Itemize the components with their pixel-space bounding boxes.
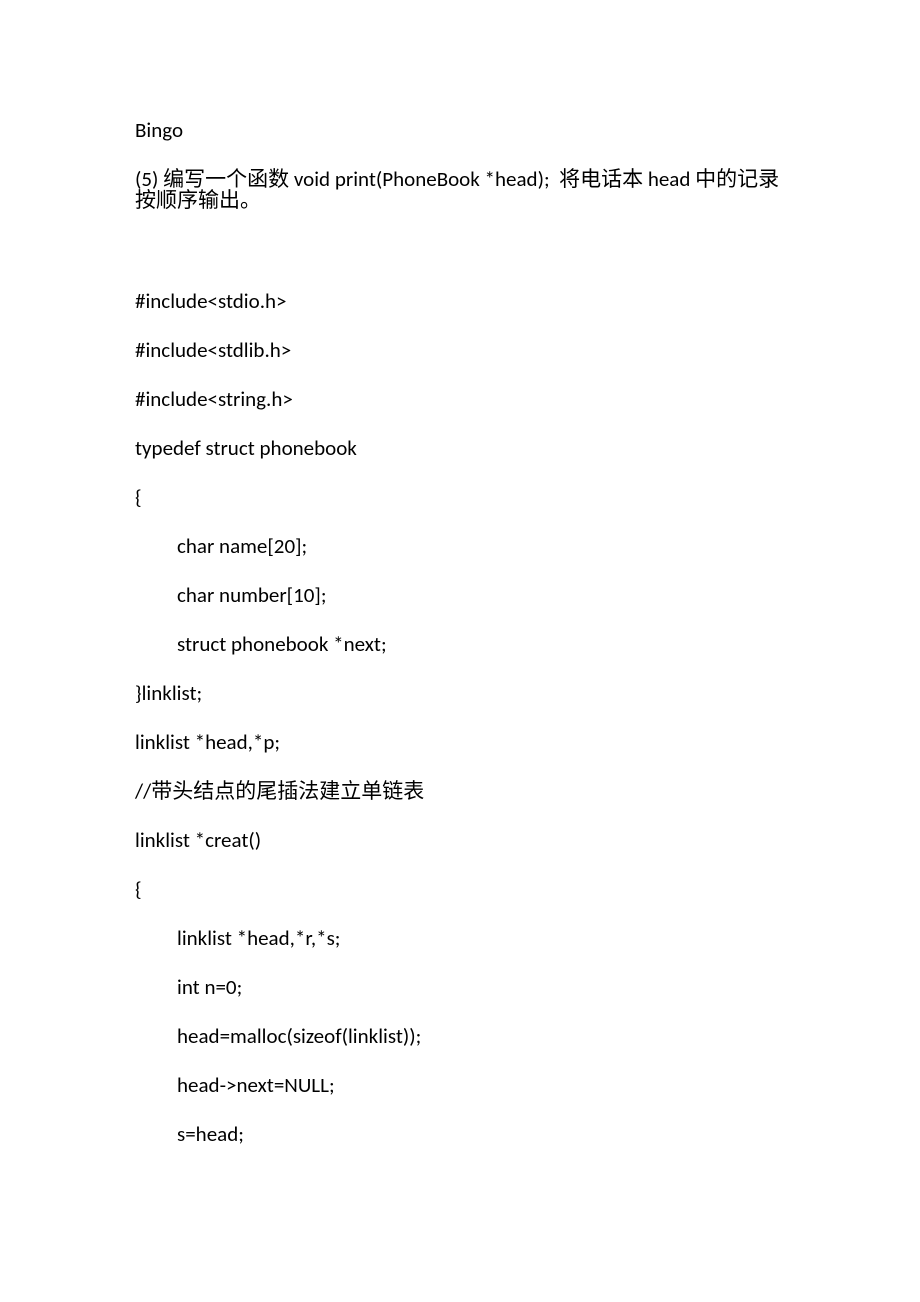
code-line: head->next=NULL; [135, 1075, 790, 1096]
code-line: //带头结点的尾插法建立单链表 [135, 781, 790, 802]
code-line: head=malloc(sizeof(linklist)); [135, 1026, 790, 1047]
code-line: char name[20]; [135, 536, 790, 557]
code-line: s=head; [135, 1124, 790, 1145]
code-line: }linklist; [135, 683, 790, 704]
code-line: linklist *head,*r,*s; [135, 928, 790, 949]
code-line: linklist *creat() [135, 830, 790, 851]
code-line: #include<stdlib.h> [135, 340, 790, 361]
code-line: { [135, 879, 790, 900]
code-line: (5) 编写一个函数 void print(PhoneBook *head); … [135, 169, 790, 211]
blank-line [135, 239, 790, 291]
code-line: #include<string.h> [135, 389, 790, 410]
code-line: Bingo [135, 120, 790, 141]
code-line: linklist *head,*p; [135, 732, 790, 753]
code-line: #include<stdio.h> [135, 291, 790, 312]
code-line: typedef struct phonebook [135, 438, 790, 459]
code-line: char number[10]; [135, 585, 790, 606]
code-line: int n=0; [135, 977, 790, 998]
document-body: Bingo (5) 编写一个函数 void print(PhoneBook *he… [135, 120, 790, 1145]
code-line: { [135, 487, 790, 508]
code-line: struct phonebook *next; [135, 634, 790, 655]
